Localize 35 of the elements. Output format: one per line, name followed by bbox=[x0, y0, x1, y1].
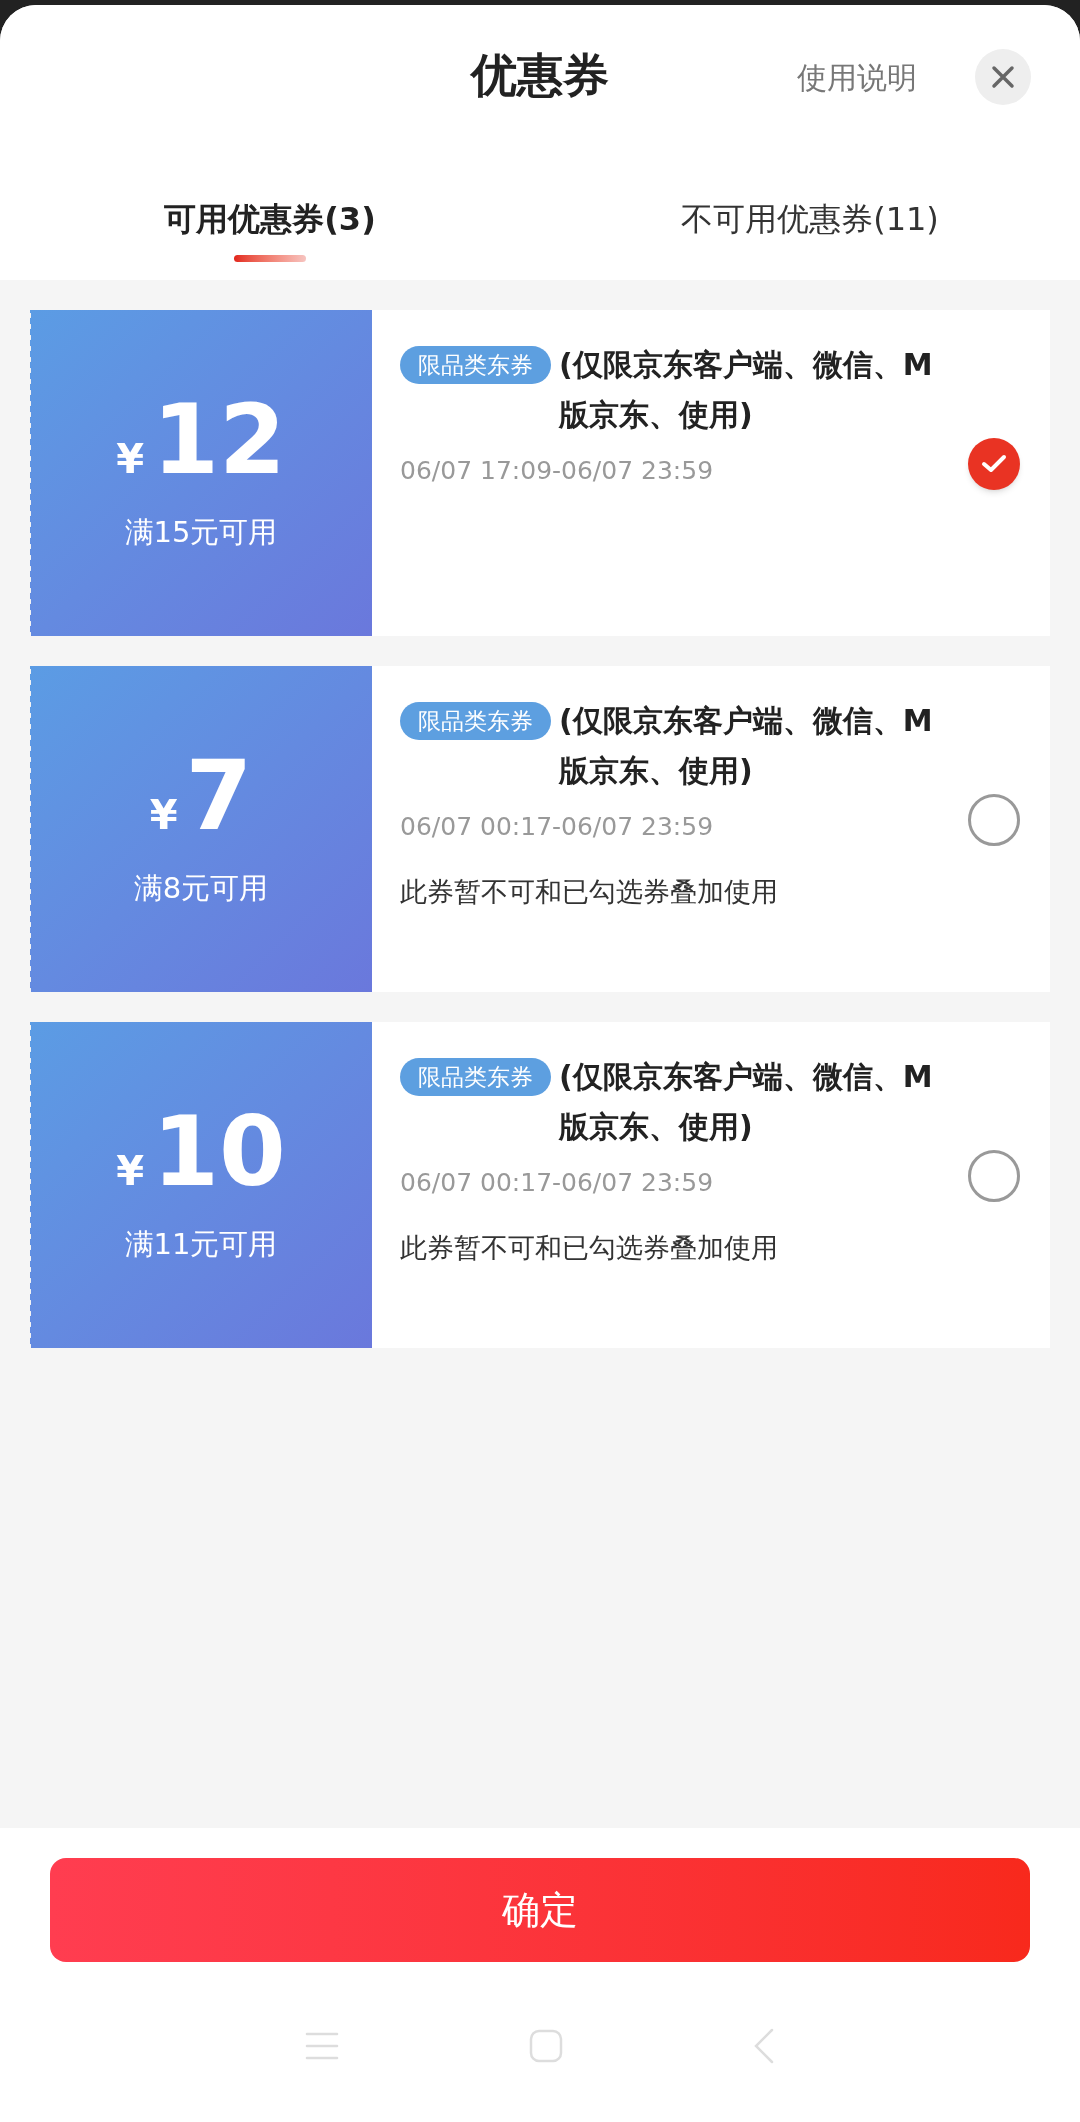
coupon-amount: 10 bbox=[152, 1103, 286, 1200]
currency-symbol: ¥ bbox=[149, 790, 178, 840]
confirm-button[interactable]: 确定 bbox=[50, 1858, 1030, 1962]
coupon-title: (仅限京东客户端、微信、M版京东、使用) bbox=[559, 702, 934, 790]
coupon-tab[interactable]: 不可用优惠券(11) bbox=[681, 195, 939, 243]
coupon-amount: 7 bbox=[185, 747, 253, 844]
sheet-title: 优惠券 bbox=[471, 46, 609, 104]
usage-instructions-link[interactable]: 使用说明 bbox=[797, 55, 917, 100]
coupon-note: 此券暂不可和已勾选券叠加使用 bbox=[400, 874, 779, 909]
coupon-condition: 满8元可用 bbox=[133, 869, 269, 907]
coupon-tag: 限品类东券 bbox=[400, 702, 551, 740]
close-icon bbox=[991, 65, 1015, 89]
coupon-card[interactable]: ¥7 满8元可用 限品类东券 (仅限京东客户端、微信、M版京东、使用) 06/07 00:17-06/07 23:59 此券暂不可和已勾选券叠加使用 bbox=[30, 666, 1050, 992]
validity-period: 06/07 17:09-06/07 23:59 bbox=[400, 455, 715, 487]
checkmark-icon bbox=[981, 454, 1007, 474]
tab-indicator bbox=[234, 255, 306, 262]
validity-period: 06/07 00:17-06/07 23:59 bbox=[400, 1167, 715, 1199]
coupon-tab[interactable]: 可用优惠券(3) bbox=[164, 195, 376, 243]
select-radio[interactable] bbox=[968, 438, 1020, 490]
close-button[interactable] bbox=[975, 49, 1031, 105]
select-radio[interactable] bbox=[968, 794, 1020, 846]
coupon-card[interactable]: ¥12 满15元可用 限品类东券 (仅限京东客户端、微信、M版京东、使用) 06/07 17:09-06/07 23:59 bbox=[30, 310, 1050, 636]
coupon-tag: 限品类东券 bbox=[400, 346, 551, 384]
coupon-tag: 限品类东券 bbox=[400, 1058, 551, 1096]
select-radio[interactable] bbox=[968, 1150, 1020, 1202]
coupon-title: (仅限京东客户端、微信、M版京东、使用) bbox=[559, 346, 934, 434]
coupon-card[interactable]: ¥10 满11元可用 限品类东券 (仅限京东客户端、微信、M版京东、使用) 06/07 00:17-06/07 23:59 此券暂不可和已勾选券叠加使用 bbox=[30, 1022, 1050, 1348]
validity-period: 06/07 00:17-06/07 23:59 bbox=[400, 811, 715, 843]
currency-symbol: ¥ bbox=[116, 434, 145, 484]
coupon-condition: 满15元可用 bbox=[124, 513, 278, 551]
coupon-condition: 满11元可用 bbox=[124, 1225, 278, 1263]
currency-symbol: ¥ bbox=[116, 1146, 145, 1196]
coupon-note: 此券暂不可和已勾选券叠加使用 bbox=[400, 1230, 779, 1265]
coupon-amount: 12 bbox=[152, 391, 286, 488]
coupon-title: (仅限京东客户端、微信、M版京东、使用) bbox=[559, 1058, 934, 1146]
